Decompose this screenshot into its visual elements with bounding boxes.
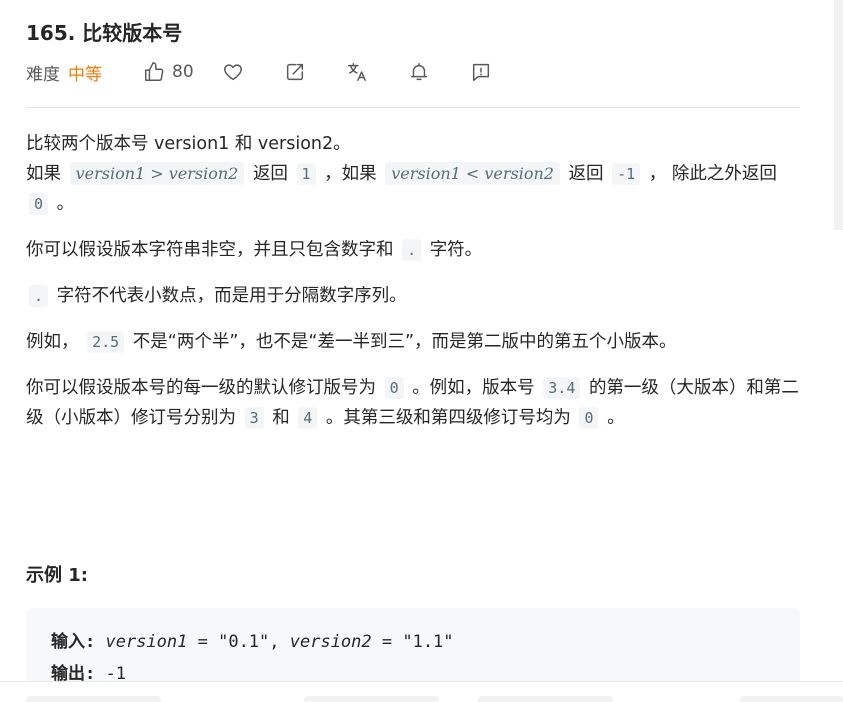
description-text: 。 (56, 194, 75, 214)
description-paragraph: 你可以假设版本号的每一级的默认修订版号为 0 。例如，版本号 3.4 的第一级（… (26, 373, 800, 433)
like-button[interactable]: 80 (143, 61, 194, 83)
translate-icon (347, 63, 366, 81)
description-text: ，如果 (324, 164, 377, 184)
description-text: 例如， (26, 332, 79, 352)
favorite-button[interactable] (222, 61, 244, 83)
translate-button[interactable] (346, 61, 368, 83)
toolbar-tab[interactable] (304, 696, 439, 702)
description-text: 你可以假设版本字符串非空，并且只包含数字和 (26, 240, 394, 260)
toolbar-tab[interactable] (740, 696, 843, 702)
description-text: 你可以假设版本号的每一级的默认修订版号为 (26, 378, 376, 398)
toolbar-tab[interactable] (26, 696, 161, 702)
share-icon (286, 63, 303, 81)
inline-code: version1 < version2 (385, 162, 560, 185)
like-count: 80 (172, 62, 194, 82)
inline-code: 4 (298, 407, 318, 429)
inline-code: 2.5 (87, 331, 125, 353)
description-text: 和 (272, 408, 290, 428)
difficulty-label: 难度 (26, 64, 60, 85)
thumbs-up-icon (145, 62, 164, 81)
feedback-icon (472, 63, 489, 81)
problem-page: 165. 比较版本号 难度 中等 80 比较两个版本号 version1 和 v… (0, 0, 843, 702)
description-paragraph: . 字符不代表小数点，而是用于分隔数字序列。 (26, 281, 800, 311)
heart-icon (223, 64, 242, 81)
description-text: 。 (607, 408, 625, 428)
description-text: 比较两个版本号 version1 和 version2。 (26, 134, 351, 154)
inline-code: -1 (612, 163, 641, 185)
header-divider (26, 107, 800, 108)
description-text: 。其第三级和第四级修订号均为 (325, 408, 571, 428)
inline-code: 0 (384, 377, 404, 399)
notify-button[interactable] (408, 61, 430, 83)
feedback-button[interactable] (470, 61, 492, 83)
problem-description: 比较两个版本号 version1 和 version2。 如果 version1… (26, 129, 800, 449)
example-var: version2 (289, 632, 372, 652)
description-text: 字符不代表小数点，而是用于分隔数字序列。 (56, 286, 407, 306)
bottom-toolbar (0, 681, 843, 702)
scrollbar[interactable] (834, 0, 843, 230)
inline-code: . (29, 285, 49, 307)
example-text: = "1.1" (371, 632, 454, 652)
difficulty-value: 中等 (68, 64, 102, 85)
example-input-line: 输入: version1 = "0.1", version2 = "1.1" (51, 626, 775, 658)
inline-code: 3 (244, 407, 264, 429)
inline-code: 1 (296, 163, 316, 185)
problem-title: 165. 比较版本号 (26, 21, 183, 45)
problem-meta-bar: 难度 中等 80 (26, 58, 492, 86)
description-paragraph: 例如， 2.5 不是“两个半”，也不是“差一半到三”，而是第二版中的第五个小版本… (26, 327, 800, 357)
inline-code: . (402, 239, 422, 261)
inline-code: 0 (29, 193, 49, 215)
description-paragraph: 你可以假设版本字符串非空，并且只包含数字和 . 字符。 (26, 235, 800, 265)
description-text: ， 除此之外返回 (648, 164, 777, 184)
share-button[interactable] (284, 61, 306, 83)
example-title: 示例 1: (26, 565, 88, 586)
toolbar-tab[interactable] (478, 696, 613, 702)
example-var: version1 (105, 632, 188, 652)
description-text: 。例如，版本号 (412, 378, 535, 398)
description-paragraph: 比较两个版本号 version1 和 version2。 如果 version1… (26, 129, 800, 219)
inline-code: version1 > version2 (69, 162, 245, 185)
example-input-label: 输入: (51, 632, 96, 652)
description-text: 不是“两个半”，也不是“差一半到三”，而是第二版中的第五个小版本。 (132, 332, 677, 352)
bell-icon (410, 63, 427, 81)
inline-code: 0 (579, 407, 599, 429)
description-text: 如果 (26, 164, 61, 184)
description-text: 返回 (568, 164, 604, 184)
inline-code: 3.4 (543, 377, 581, 399)
description-text: 字符。 (429, 240, 483, 260)
example-text: = "0.1", (187, 632, 290, 652)
description-text: 返回 (252, 164, 288, 184)
